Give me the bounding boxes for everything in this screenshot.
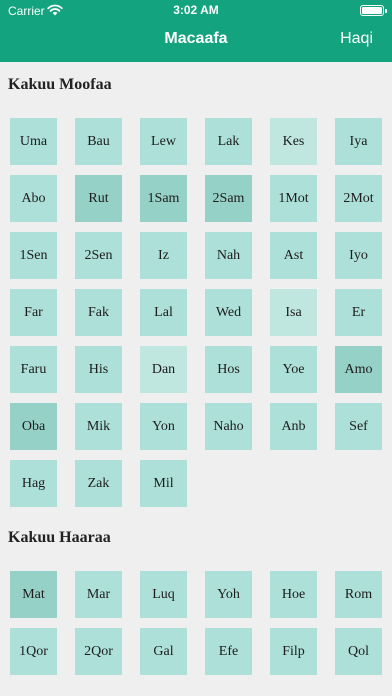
book-tile[interactable]: 1Sen: [10, 232, 57, 279]
book-tile[interactable]: Fak: [75, 289, 122, 336]
book-tile[interactable]: Gal: [140, 628, 187, 675]
battery-icon: [360, 5, 387, 16]
book-tile[interactable]: Far: [10, 289, 57, 336]
book-tile[interactable]: Uma: [10, 118, 57, 165]
book-tile[interactable]: Iya: [335, 118, 382, 165]
status-bar: Carrier 3:02 AM: [0, 0, 392, 20]
book-tile[interactable]: Bau: [75, 118, 122, 165]
book-tile[interactable]: Faru: [10, 346, 57, 393]
book-tile[interactable]: Er: [335, 289, 382, 336]
book-tile[interactable]: Efe: [205, 628, 252, 675]
book-tile[interactable]: Zak: [75, 460, 122, 507]
book-tile[interactable]: Rut: [75, 175, 122, 222]
haqi-button[interactable]: Haqi: [340, 30, 373, 48]
book-tile[interactable]: 2Sam: [205, 175, 252, 222]
book-tile[interactable]: 2Sen: [75, 232, 122, 279]
book-tile[interactable]: Filp: [270, 628, 317, 675]
book-tile[interactable]: Nah: [205, 232, 252, 279]
book-tile[interactable]: Anb: [270, 403, 317, 450]
book-tile[interactable]: Kes: [270, 118, 317, 165]
book-tile[interactable]: Luq: [140, 571, 187, 618]
book-tile[interactable]: Iz: [140, 232, 187, 279]
book-tile[interactable]: Lak: [205, 118, 252, 165]
section-title-new-testament: Kakuu Haaraa: [8, 529, 111, 546]
book-tile[interactable]: Mil: [140, 460, 187, 507]
navigation-bar: Carrier 3:02 AM Macaafa Haqi: [0, 0, 392, 62]
book-tile[interactable]: Hos: [205, 346, 252, 393]
book-tile[interactable]: Iyo: [335, 232, 382, 279]
book-tile[interactable]: Mar: [75, 571, 122, 618]
book-tile[interactable]: Yon: [140, 403, 187, 450]
book-tile[interactable]: Ast: [270, 232, 317, 279]
book-tile[interactable]: Lew: [140, 118, 187, 165]
book-tile[interactable]: Hoe: [270, 571, 317, 618]
book-tile[interactable]: Amo: [335, 346, 382, 393]
book-tile[interactable]: Hag: [10, 460, 57, 507]
book-tile[interactable]: Oba: [10, 403, 57, 450]
book-tile[interactable]: Rom: [335, 571, 382, 618]
book-tile[interactable]: Yoh: [205, 571, 252, 618]
book-tile[interactable]: Abo: [10, 175, 57, 222]
book-tile[interactable]: 2Qor: [75, 628, 122, 675]
book-tile[interactable]: 1Sam: [140, 175, 187, 222]
book-tile[interactable]: 1Mot: [270, 175, 317, 222]
book-tile[interactable]: Yoe: [270, 346, 317, 393]
book-tile[interactable]: Dan: [140, 346, 187, 393]
book-tile[interactable]: Wed: [205, 289, 252, 336]
book-grid-new-testament: Mat Mar Luq Yoh Hoe Rom 1Qor 2Qor Gal Efe Filp Qol: [10, 571, 385, 675]
book-tile[interactable]: Mik: [75, 403, 122, 450]
book-tile[interactable]: His: [75, 346, 122, 393]
page-title: Macaafa: [164, 30, 228, 47]
book-tile[interactable]: 2Mot: [335, 175, 382, 222]
book-tile[interactable]: Sef: [335, 403, 382, 450]
book-tile[interactable]: Lal: [140, 289, 187, 336]
book-tile[interactable]: Isa: [270, 289, 317, 336]
book-tile[interactable]: Qol: [335, 628, 382, 675]
book-tile[interactable]: Naho: [205, 403, 252, 450]
section-title-old-testament: Kakuu Moofaa: [8, 76, 112, 93]
book-grid-old-testament: Uma Bau Lew Lak Kes Iya Abo Rut 1Sam 2Sam 1Mot 2Mot…: [10, 118, 385, 507]
book-tile[interactable]: 1Qor: [10, 628, 57, 675]
book-tile[interactable]: Mat: [10, 571, 57, 618]
status-time: 3:02 AM: [173, 3, 219, 17]
